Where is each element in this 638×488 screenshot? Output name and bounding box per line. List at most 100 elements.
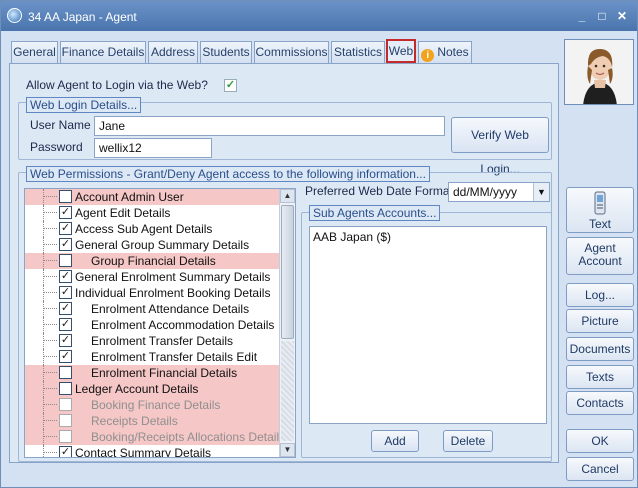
text-button-label: Text — [588, 217, 611, 231]
list-item[interactable]: ✓ Individual Enrolment Booking Details — [25, 285, 281, 301]
scroll-track[interactable] — [281, 341, 294, 441]
delete-button[interactable]: Delete — [443, 430, 493, 452]
permission-checkbox[interactable]: ✓ — [59, 318, 72, 331]
list-item[interactable]: ✓ Contact Summary Details — [25, 445, 281, 458]
scroll-down-arrow-icon[interactable]: ▼ — [280, 443, 295, 457]
permission-label: Contact Summary Details — [75, 446, 212, 458]
close-button[interactable]: ✕ — [614, 8, 630, 24]
list-item[interactable]: AAB Japan ($) — [313, 230, 543, 244]
log-button[interactable]: Log... — [566, 283, 634, 307]
permission-label: Enrolment Transfer Details — [91, 334, 234, 348]
list-item[interactable]: ✓ Enrolment Accommodation Details — [25, 317, 281, 333]
permission-label: Enrolment Attendance Details — [91, 302, 250, 316]
permission-checkbox[interactable] — [59, 430, 72, 443]
list-item[interactable]: Booking Finance Details — [25, 397, 281, 413]
texts-button[interactable]: Texts — [566, 365, 634, 389]
title-bar[interactable]: 34 AA Japan - Agent _ □ ✕ — [1, 1, 637, 31]
permissions-scrollbar[interactable]: ▲ ▼ — [279, 189, 295, 457]
password-input[interactable]: wellix12 — [94, 138, 212, 158]
permission-checkbox[interactable]: ✓ — [59, 350, 72, 363]
permission-label: Booking Finance Details — [91, 398, 221, 412]
list-item[interactable]: ✓ Access Sub Agent Details — [25, 221, 281, 237]
tab-notes[interactable]: i Notes — [418, 41, 472, 63]
permission-label: Access Sub Agent Details — [75, 222, 213, 236]
permission-checkbox[interactable] — [59, 414, 72, 427]
tab-finance-details[interactable]: Finance Details — [60, 41, 146, 63]
list-item[interactable]: Enrolment Financial Details — [25, 365, 281, 381]
web-login-group-title: Web Login Details... — [26, 97, 142, 113]
maximize-button[interactable]: □ — [594, 8, 610, 24]
permission-checkbox[interactable] — [59, 190, 72, 203]
username-label: User Name — [30, 118, 91, 132]
ok-button[interactable]: OK — [566, 429, 634, 453]
text-button[interactable]: Text — [566, 187, 634, 233]
permission-checkbox[interactable] — [59, 382, 72, 395]
permission-label: Group Financial Details — [91, 254, 216, 268]
tab-address[interactable]: Address — [148, 41, 198, 63]
add-button[interactable]: Add — [371, 430, 419, 452]
list-item[interactable]: Ledger Account Details — [25, 381, 281, 397]
list-item[interactable]: ✓ Agent Edit Details — [25, 205, 281, 221]
permission-checkbox[interactable]: ✓ — [59, 334, 72, 347]
tab-general[interactable]: General — [11, 41, 58, 63]
list-item[interactable]: ✓ General Group Summary Details — [25, 237, 281, 253]
minimize-button[interactable]: _ — [574, 8, 590, 24]
list-item[interactable]: Booking/Receipts Allocations Details — [25, 429, 285, 445]
permission-checkbox[interactable]: ✓ — [59, 270, 72, 283]
list-item[interactable]: ✓ Enrolment Transfer Details Edit — [25, 349, 281, 365]
permission-checkbox[interactable]: ✓ — [59, 206, 72, 219]
agent-account-button[interactable]: Agent Account — [566, 237, 634, 275]
permission-checkbox[interactable]: ✓ — [59, 446, 72, 457]
cancel-button[interactable]: Cancel — [566, 457, 634, 481]
permission-checkbox[interactable]: ✓ — [59, 302, 72, 315]
permission-label: Receipts Details — [91, 414, 178, 428]
list-item[interactable]: ✓ Enrolment Transfer Details — [25, 333, 281, 349]
list-item[interactable]: ✓ General Enrolment Summary Details — [25, 269, 281, 285]
tab-statistics[interactable]: Statistics — [331, 41, 385, 63]
documents-button[interactable]: Documents — [566, 337, 634, 361]
allow-login-checkbox[interactable]: ✓ — [224, 79, 237, 92]
list-item[interactable]: Receipts Details — [25, 413, 281, 429]
scroll-up-arrow-icon[interactable]: ▲ — [280, 189, 295, 203]
permission-label: General Enrolment Summary Details — [75, 270, 271, 284]
username-input[interactable]: Jane — [94, 116, 445, 136]
allow-login-label: Allow Agent to Login via the Web? — [26, 78, 208, 92]
list-item[interactable]: Account Admin User — [25, 189, 281, 205]
list-item[interactable]: ✓ Enrolment Attendance Details — [25, 301, 281, 317]
permission-checkbox[interactable]: ✓ — [59, 238, 72, 251]
verify-web-login-button[interactable]: Verify Web Login... — [451, 117, 549, 176]
info-icon: i — [421, 49, 435, 62]
list-item[interactable]: Group Financial Details — [25, 253, 281, 269]
app-globe-icon — [7, 8, 22, 23]
permission-checkbox[interactable]: ✓ — [59, 222, 72, 235]
permissions-list[interactable]: Account Admin User ✓ Agent Edit Details … — [24, 188, 296, 458]
tab-commissions[interactable]: Commissions — [254, 41, 329, 63]
sub-agents-group-title: Sub Agents Accounts... — [309, 205, 441, 221]
permission-label: Account Admin User — [75, 190, 184, 204]
chevron-down-icon[interactable]: ▼ — [533, 183, 549, 201]
window-title: 34 AA Japan - Agent — [28, 10, 137, 24]
permission-label: Booking/Receipts Allocations Details — [91, 430, 286, 444]
permission-label: Enrolment Financial Details — [91, 366, 238, 380]
person-photo-icon — [565, 40, 633, 104]
permission-label: Ledger Account Details — [75, 382, 199, 396]
permission-checkbox[interactable]: ✓ — [59, 286, 72, 299]
web-permissions-group-title: Web Permissions - Grant/Deny Agent acces… — [26, 166, 430, 182]
permission-label: Enrolment Accommodation Details — [91, 318, 275, 332]
date-format-select[interactable]: dd/MM/yyyy ▼ — [448, 182, 550, 202]
tab-students[interactable]: Students — [200, 41, 252, 63]
permission-checkbox[interactable] — [59, 398, 72, 411]
permission-checkbox[interactable] — [59, 254, 72, 267]
permission-label: General Group Summary Details — [75, 238, 250, 252]
mobile-phone-icon — [594, 191, 606, 215]
tab-web[interactable]: Web — [386, 39, 416, 63]
tab-notes-label: Notes — [437, 45, 469, 59]
picture-button[interactable]: Picture — [566, 309, 634, 333]
date-format-label: Preferred Web Date Format — [305, 184, 453, 198]
agent-photo[interactable] — [564, 39, 634, 105]
scroll-thumb[interactable] — [281, 205, 294, 339]
sub-agents-list[interactable]: AAB Japan ($) — [309, 226, 547, 424]
permission-checkbox[interactable] — [59, 366, 72, 379]
contacts-button[interactable]: Contacts — [566, 391, 634, 415]
permission-label: Agent Edit Details — [75, 206, 171, 220]
